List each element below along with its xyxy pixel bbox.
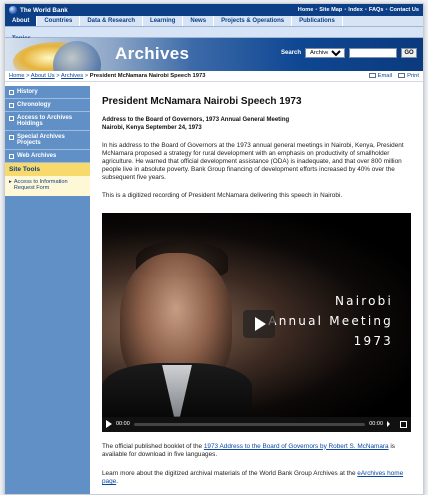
time-total: 00:00 (369, 421, 383, 428)
utility-links: Home • Site Map • Index • FAQs • Contact Us (298, 7, 419, 13)
speech-summary: In his address to the Board of Governors… (102, 142, 404, 182)
site-tools-heading: Site Tools (5, 163, 90, 176)
printer-icon (398, 72, 406, 78)
site-tools-item-request-form[interactable]: ▸ Access to Information Request Form (9, 179, 86, 191)
video-player[interactable]: Nairobi Annual Meeting 1973 00:00 00:00 (102, 212, 411, 432)
separator: • (315, 7, 318, 13)
email-link[interactable]: Email (368, 72, 393, 80)
main-nav: About Countries Data & Research Learning… (5, 16, 423, 27)
logo-text: The World Bank (20, 6, 68, 14)
video-overlay-line1: Nairobi (334, 293, 393, 308)
video-title-overlay: Nairobi Annual Meeting 1973 (268, 291, 393, 351)
seek-bar[interactable] (133, 422, 366, 426)
utility-link-home[interactable]: Home (298, 7, 314, 13)
nav-item-projects[interactable]: Projects & Operations (214, 16, 293, 26)
bullet-box-icon (9, 154, 14, 159)
recording-note: This is a digitized recording of Preside… (102, 192, 343, 200)
breadcrumb-link-about[interactable]: About Us (31, 73, 55, 79)
search-label: Search (280, 50, 301, 56)
arrow-right-icon: ▸ (9, 179, 12, 185)
left-sidebar: History Chronology Access to Archives Ho… (5, 86, 90, 494)
world-bank-logo[interactable]: The World Bank (9, 6, 68, 14)
time-current: 00:00 (116, 421, 130, 428)
volume-icon[interactable] (387, 421, 396, 428)
site-tools-list: ▸ Access to Information Request Form (5, 176, 90, 196)
go-button[interactable]: GO (401, 48, 417, 58)
bullet-box-icon (9, 135, 14, 140)
page-tools: Email Print (368, 72, 419, 80)
sidebar-item-access-holdings[interactable]: Access to Archives Holdings (5, 112, 90, 131)
learn-more-note: Learn more about the digitized archival … (102, 470, 411, 486)
search-scope-select[interactable]: Archives (305, 48, 345, 58)
main-column: President McNamara Nairobi Speech 1973 A… (90, 86, 423, 494)
separator: • (385, 7, 388, 13)
print-link[interactable]: Print (398, 72, 419, 80)
fullscreen-icon[interactable] (400, 420, 407, 428)
nav-item-learning[interactable]: Learning (143, 16, 184, 26)
play-button[interactable] (243, 309, 275, 338)
print-label: Print (407, 73, 419, 80)
breadcrumb-link-archives[interactable]: Archives (61, 73, 83, 79)
nav-item-news[interactable]: News (183, 16, 215, 26)
play-icon (255, 316, 266, 331)
video-controls: 00:00 00:00 (102, 416, 411, 432)
utility-link-index[interactable]: Index (348, 7, 363, 13)
archives-banner: Archives Search Archives GO (5, 38, 423, 71)
breadcrumb-trail: Home > About Us > Archives > President M… (9, 73, 206, 79)
bullet-box-icon (9, 90, 14, 95)
sidebar-item-label: Access to Archives Holdings (17, 115, 73, 127)
envelope-icon (368, 72, 376, 78)
breadcrumb-link-home[interactable]: Home (9, 73, 24, 79)
sidebar-item-label: Web Archives (17, 153, 57, 159)
site-tools-item-label: Access to Information Request Form (13, 179, 68, 191)
top-utility-bar: The World Bank Home • Site Map • Index • FA… (5, 4, 423, 16)
video-overlay-line3: 1973 (353, 333, 393, 348)
utility-link-contact[interactable]: Contact Us (389, 7, 419, 13)
nav-item-data-research[interactable]: Data & Research (80, 16, 144, 26)
video-overlay-line2: Annual Meeting (268, 313, 393, 328)
section-title: Archives (115, 44, 190, 63)
nav-item-countries[interactable]: Countries (37, 16, 81, 26)
sidebar-item-label: Chronology (17, 102, 51, 108)
nav-item-publications[interactable]: Publications (292, 16, 343, 26)
learn-text-after: . (116, 477, 118, 485)
speech-meta-title: Address to the Board of Governors, 1973 … (102, 117, 290, 123)
speech-meta-place-date: Nairobi, Kenya September 24, 1973 (102, 124, 202, 131)
booklet-link[interactable]: 1973 Address to the Board of Governors b… (204, 443, 389, 450)
search-bar: Search Archives GO (281, 48, 417, 58)
bullet-box-icon (9, 116, 14, 121)
sidebar-item-history[interactable]: History (5, 86, 90, 99)
email-label: Email (377, 73, 393, 80)
breadcrumb: Home > About Us > Archives > President M… (5, 71, 423, 82)
page-title: President McNamara Nairobi Speech 1973 (102, 96, 302, 107)
globe-icon (9, 6, 17, 14)
booklet-note: The official published booklet of the 19… (102, 443, 411, 459)
sidebar-item-web-archives[interactable]: Web Archives (5, 150, 90, 163)
learn-text-before: Learn more about the digitized archival … (102, 469, 358, 477)
search-input[interactable] (349, 48, 397, 58)
booklet-text-before: The official published booklet of the (102, 442, 204, 450)
sidebar-item-special-projects[interactable]: Special Archives Projects (5, 131, 90, 150)
sidebar-item-label: History (17, 89, 38, 95)
nav-second-row: Topics (5, 27, 423, 42)
separator: • (344, 7, 347, 13)
utility-link-sitemap[interactable]: Site Map (319, 7, 342, 13)
separator: • (364, 7, 367, 13)
sidebar-item-chronology[interactable]: Chronology (5, 99, 90, 112)
content-area: History Chronology Access to Archives Ho… (5, 86, 423, 494)
bullet-box-icon (9, 103, 14, 108)
control-play-icon[interactable] (106, 420, 112, 429)
sidebar-item-label: Special Archives Projects (17, 134, 65, 146)
browser-page: The World Bank Home • Site Map • Index • FA… (4, 3, 424, 495)
utility-link-faqs[interactable]: FAQs (369, 7, 384, 13)
breadcrumb-current: President McNamara Nairobi Speech 1973 (89, 73, 206, 79)
nav-item-about[interactable]: About (5, 16, 38, 26)
